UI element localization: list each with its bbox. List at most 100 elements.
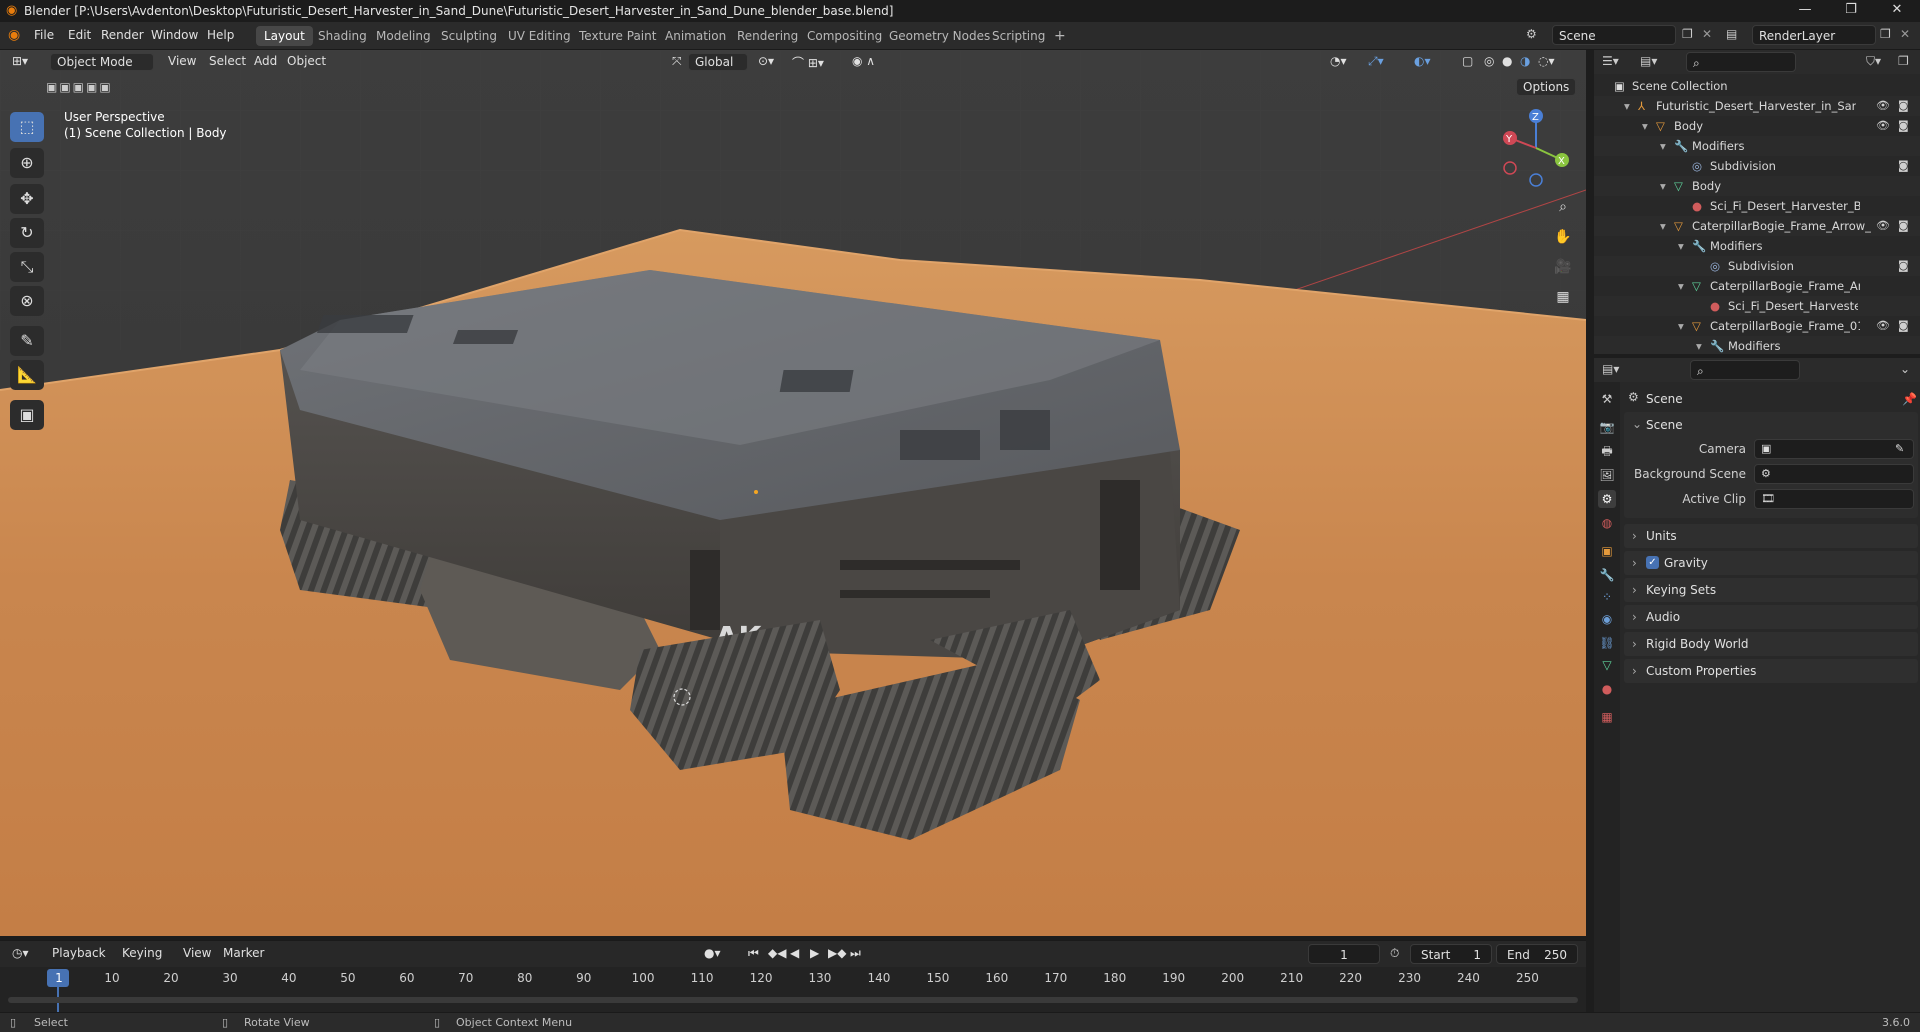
tree-row[interactable]: ▾ 🔧 Modifiers (1594, 136, 1920, 156)
keying-sets-panel[interactable]: Keying Sets (1624, 578, 1918, 602)
transform-tool-icon[interactable]: ⊗ (10, 286, 44, 316)
new-collection-icon[interactable]: ❐ (1898, 54, 1909, 68)
rotate-tool-icon[interactable]: ↻ (10, 218, 44, 248)
timeline-editor-icon[interactable]: ◷▾ (12, 946, 29, 960)
tab-scripting[interactable]: Scripting (984, 26, 1053, 46)
eye-icon[interactable]: 👁 (1876, 96, 1890, 116)
camera-visibility-icon[interactable]: ◙ (1898, 116, 1912, 136)
particles-tab-icon[interactable]: ⁘ (1598, 588, 1616, 606)
filter-icon[interactable]: ⛉▾ (1866, 54, 1881, 69)
tree-row[interactable]: ◎ Subdivision ◙ (1594, 256, 1920, 276)
camera-visibility-icon[interactable]: ◙ (1898, 156, 1912, 176)
tab-uv-editing[interactable]: UV Editing (500, 26, 579, 46)
display-mode-icon[interactable]: ▤▾ (1640, 54, 1657, 68)
editor-type-icon[interactable]: ⊞▾ (12, 54, 28, 68)
rigid-body-world-panel[interactable]: Rigid Body World (1624, 632, 1918, 656)
camera-visibility-icon[interactable]: ◙ (1898, 96, 1912, 116)
properties-editor-icon[interactable]: ▤▾ (1602, 362, 1619, 376)
view-layer-selector[interactable]: RenderLayer (1752, 25, 1876, 45)
menu-help[interactable]: Help (207, 28, 234, 42)
shading-wireframe-icon[interactable]: ◎ (1484, 54, 1494, 68)
pin-icon[interactable]: 📌 (1902, 392, 1917, 406)
perspective-toggle-icon[interactable]: ▦ (1550, 284, 1576, 310)
menu-object[interactable]: Object (287, 54, 326, 68)
texture-tab-icon[interactable]: ▦ (1598, 708, 1616, 726)
shading-rendered-icon[interactable]: ◌▾ (1538, 54, 1555, 68)
scene-selector[interactable]: Scene (1552, 25, 1676, 45)
measure-tool-icon[interactable]: 📐 (10, 360, 44, 390)
camera-visibility-icon[interactable]: ◙ (1898, 256, 1912, 276)
minimize-button[interactable]: — (1782, 0, 1828, 22)
tree-row[interactable]: ▾ ▽ CaterpillarBogie_Frame_Arrow_ 👁 ◙ (1594, 216, 1920, 236)
snap-icon[interactable]: ⌒ ⊞▾ (792, 54, 824, 71)
eye-icon[interactable]: 👁 (1876, 116, 1890, 136)
add-workspace-button[interactable]: + (1046, 26, 1074, 46)
tab-texture-paint[interactable]: Texture Paint (571, 26, 664, 46)
outliner-editor-icon[interactable]: ☰▾ (1602, 54, 1619, 68)
menu-view[interactable]: View (168, 54, 196, 68)
gravity-panel[interactable]: ✓ Gravity (1624, 551, 1918, 575)
tree-row[interactable]: ▾ 🔧 Modifiers (1594, 336, 1920, 354)
properties-search-input[interactable]: ⌕ (1690, 360, 1800, 380)
physics-tab-icon[interactable]: ◉ (1598, 610, 1616, 628)
next-keyframe-icon[interactable]: ▶◆ (828, 946, 846, 960)
end-frame-field[interactable]: End 250 (1496, 944, 1578, 964)
play-reverse-icon[interactable]: ◀ (790, 946, 799, 960)
eye-icon[interactable]: 👁 (1876, 316, 1890, 336)
active-clip-field[interactable]: 🎞 (1754, 489, 1914, 509)
tree-row[interactable]: ● Sci_Fi_Desert_Harveste (1594, 296, 1920, 316)
cursor-tool-icon[interactable]: ⊕ (10, 148, 44, 178)
3d-viewport[interactable]: AK ⊞▾ Object Mode View Select Add Object… (0, 50, 1586, 936)
tab-geometry-nodes[interactable]: Geometry Nodes (881, 26, 998, 46)
modifiers-tab-icon[interactable]: 🔧 (1598, 566, 1616, 584)
menu-add[interactable]: Add (254, 54, 277, 68)
scene-tab-icon[interactable]: ⚙ (1598, 490, 1616, 508)
tab-animation[interactable]: Animation (657, 26, 734, 46)
constraints-tab-icon[interactable]: ⛓ (1598, 634, 1616, 652)
scale-tool-icon[interactable]: ⤡ (10, 252, 44, 282)
tree-row[interactable]: ▾ 🔧 Modifiers (1594, 236, 1920, 256)
expand-icon[interactable]: ▾ (1660, 176, 1666, 196)
tab-sculpting[interactable]: Sculpting (433, 26, 505, 46)
record-icon[interactable]: ●▾ (704, 946, 721, 960)
tab-shading[interactable]: Shading (310, 26, 375, 46)
expand-icon[interactable]: ▾ (1642, 116, 1648, 136)
expand-icon[interactable]: ▾ (1696, 336, 1702, 354)
object-tab-icon[interactable]: ▣ (1598, 542, 1616, 560)
custom-properties-panel[interactable]: Custom Properties (1624, 659, 1918, 683)
menu-timeline-view[interactable]: View (183, 946, 211, 960)
tree-row[interactable]: ▾ ▽ Body (1594, 176, 1920, 196)
shading-material-icon[interactable]: ◑ (1520, 54, 1530, 68)
menu-playback[interactable]: Playback (52, 946, 106, 960)
tree-row[interactable]: ▾ ⅄ Futuristic_Desert_Harvester_in_Sand_… (1594, 96, 1920, 116)
collapse-icon[interactable]: ⌄ (1900, 362, 1910, 376)
tree-row[interactable]: ◎ Subdivision ◙ (1594, 156, 1920, 176)
tree-row[interactable]: ● Sci_Fi_Desert_Harvester_Body (1594, 196, 1920, 216)
zoom-icon[interactable]: ⌕ (1550, 194, 1576, 220)
menu-window[interactable]: Window (151, 28, 198, 42)
panel-collapse-icon[interactable]: ⌄ (1632, 417, 1642, 431)
jump-end-icon[interactable]: ⏭ (850, 946, 861, 961)
tree-row[interactable]: ▾ ▽ Body 👁 ◙ (1594, 116, 1920, 136)
menu-edit[interactable]: Edit (68, 28, 91, 42)
tab-layout[interactable]: Layout (256, 26, 313, 46)
output-tab-icon[interactable]: 🖶 (1598, 442, 1616, 460)
move-tool-icon[interactable]: ✥ (10, 184, 44, 214)
view-layer-tab-icon[interactable]: 🖼 (1598, 466, 1616, 484)
jump-start-icon[interactable]: ⏮ (748, 946, 759, 961)
eyedropper-icon[interactable]: ✎ (1895, 442, 1904, 455)
menu-marker[interactable]: Marker (223, 946, 264, 960)
world-tab-icon[interactable]: ◍ (1598, 514, 1616, 532)
menu-file[interactable]: File (34, 28, 54, 42)
selection-mode-icons[interactable]: ▣▣▣▣▣ (46, 80, 113, 94)
proportional-edit-icon[interactable]: ◉ ∧ (852, 54, 875, 68)
tab-compositing[interactable]: Compositing (799, 26, 890, 46)
options-button[interactable]: Options (1516, 78, 1577, 96)
eye-icon[interactable]: 👁 (1876, 216, 1890, 236)
menu-keying[interactable]: Keying (122, 946, 162, 960)
gravity-checkbox[interactable]: ✓ (1646, 556, 1659, 569)
camera-visibility-icon[interactable]: ◙ (1898, 216, 1912, 236)
render-tab-icon[interactable]: 📷 (1598, 418, 1616, 436)
tree-row[interactable]: ▾ ▽ CaterpillarBogie_Frame_01 👁 ◙ (1594, 316, 1920, 336)
tab-rendering[interactable]: Rendering (729, 26, 806, 46)
